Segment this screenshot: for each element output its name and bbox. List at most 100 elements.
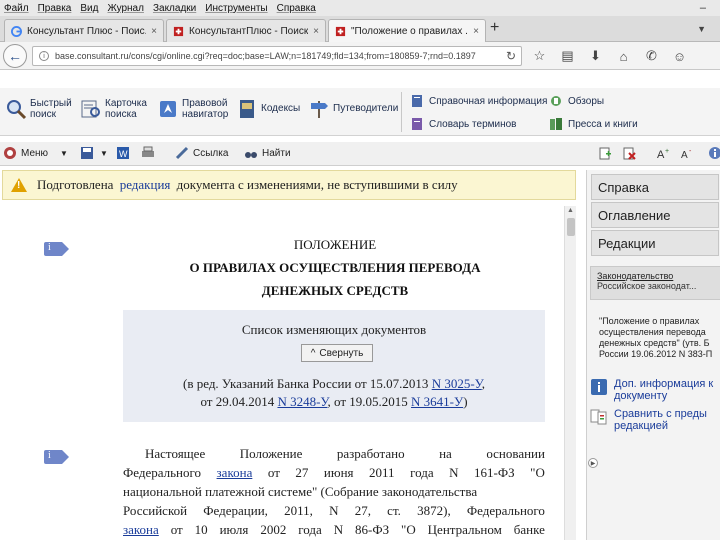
add-document-icon <box>599 147 611 160</box>
nav-icons: ☆ ▤ ⬇ ⌂ ✆ ☺ <box>530 47 698 65</box>
word: от <box>267 465 280 480</box>
change-link-3025[interactable]: N 3025-У <box>432 376 482 391</box>
reference-info-button[interactable]: Справочная информация <box>410 94 547 108</box>
reviews-icon <box>551 96 561 106</box>
expand-panel-icon[interactable]: ▶ <box>588 458 598 468</box>
word: Настоящее <box>145 446 206 461</box>
menu-tools[interactable]: Инструменты <box>205 3 267 14</box>
word: Центральном <box>427 522 502 537</box>
toolbar-separator <box>401 92 402 132</box>
bookmark-star-icon[interactable]: ☆ <box>530 47 549 65</box>
collapse-button[interactable]: ^ Свернуть <box>301 344 373 362</box>
menu-view[interactable]: Вид <box>80 3 98 14</box>
phone-icon[interactable]: ✆ <box>642 47 661 65</box>
law-link[interactable]: закона <box>217 463 253 482</box>
word: 86-ФЗ <box>355 522 390 537</box>
compare-link[interactable]: Сравнить с преды редакцией <box>590 408 720 432</box>
changes-line-2: от 29.04.2014 N 3248-У, от 19.05.2015 N … <box>123 394 545 410</box>
download-icon[interactable]: ⬇ <box>586 47 605 65</box>
codes-book-icon <box>240 100 254 118</box>
legal-navigator-button[interactable]: Правовой навигатор <box>157 98 242 120</box>
menu-button[interactable]: Меню ▼ <box>3 146 68 160</box>
consultant-icon <box>173 26 184 36</box>
para-line-2: Федерального закона от 27 июня 2011 года… <box>123 463 545 482</box>
tab-strip: Консультант Плюс - Поис... × Консультант… <box>0 16 720 42</box>
notice-edition-link[interactable]: редакция <box>120 177 171 192</box>
tab-document[interactable]: "Положение о правилах ... × <box>328 19 486 42</box>
close-icon[interactable]: × <box>473 26 479 37</box>
collapse-label: Свернуть <box>319 347 364 359</box>
svg-text:-: - <box>689 148 692 155</box>
tab-google[interactable]: Консультант Плюс - Поис... × <box>4 19 164 42</box>
tab-contents[interactable]: Оглавление <box>591 202 719 228</box>
card-search-button[interactable]: Карточка поиска <box>80 98 165 120</box>
law-link[interactable]: закона <box>123 520 159 539</box>
reviews-button[interactable]: Обзоры <box>549 94 604 108</box>
reference-info-label: Справочная информация <box>429 95 548 107</box>
word: "О <box>530 465 545 480</box>
save-button[interactable]: ▼ <box>80 146 108 160</box>
close-icon[interactable]: × <box>313 26 319 37</box>
back-button[interactable]: ← <box>3 44 27 68</box>
word: 2011 <box>369 465 395 480</box>
menu-file[interactable]: Файл <box>4 3 29 14</box>
change-link-3248[interactable]: N 3248-У <box>277 394 327 409</box>
document-scrollbar[interactable]: ▲ <box>564 206 576 540</box>
tab-list-button[interactable]: ▼ <box>697 24 706 34</box>
word: 27, <box>354 503 371 518</box>
remove-button[interactable] <box>622 146 640 160</box>
word: N <box>329 503 339 518</box>
site-info-icon[interactable]: i <box>39 51 49 61</box>
chevron-down-icon[interactable]: ▼ <box>60 149 68 158</box>
reading-list-icon[interactable]: ▤ <box>558 47 577 65</box>
smiley-icon[interactable]: ☺ <box>670 47 689 65</box>
url-bar[interactable]: i base.consultant.ru/cons/cgi/online.cgi… <box>32 46 522 66</box>
menu-edit[interactable]: Правка <box>38 3 72 14</box>
save-disk-icon <box>81 147 93 159</box>
close-icon[interactable]: × <box>151 26 157 37</box>
signpost-icon <box>311 101 328 118</box>
tab-help[interactable]: Справка <box>591 174 719 200</box>
search-card-icon <box>81 100 100 118</box>
dictionary-button[interactable]: Словарь терминов <box>410 117 517 131</box>
legislation-box[interactable]: Законодательство Российское законодат... <box>590 266 720 300</box>
info-button[interactable] <box>708 146 720 160</box>
magnifier-icon <box>7 100 27 120</box>
home-icon[interactable]: ⌂ <box>614 47 633 65</box>
word: 10 <box>194 522 208 537</box>
chevron-down-icon[interactable]: ▼ <box>100 149 108 158</box>
tab-label: КонсультантПлюс - Поиск ай... <box>189 25 309 37</box>
quick-search-button[interactable]: Быстрый поиск <box>5 98 90 120</box>
more-info-link[interactable]: Доп. информация к документу <box>590 378 720 402</box>
url-text[interactable]: base.consultant.ru/cons/cgi/online.cgi?r… <box>55 51 501 61</box>
press-button[interactable]: Пресса и книги <box>549 117 638 131</box>
new-tab-button[interactable]: + <box>490 19 499 37</box>
font-increase-button[interactable]: A + <box>656 146 674 160</box>
changes-line-1: (в ред. Указаний Банка России от 15.07.2… <box>123 376 545 392</box>
svg-text:+: + <box>665 148 669 155</box>
tab-consultant-search[interactable]: КонсультантПлюс - Поиск ай... × <box>166 19 326 42</box>
menu-history[interactable]: Журнал <box>107 3 144 14</box>
doc-paragraph: Настоящее Положение разработано на основ… <box>123 444 545 539</box>
text-line: национальной платежной системе" (Собрани… <box>123 484 478 499</box>
print-button[interactable] <box>141 146 159 160</box>
guides-button[interactable]: Путеводители <box>308 98 403 120</box>
word: банке <box>513 522 545 537</box>
link-button[interactable]: Ссылка <box>175 146 228 160</box>
font-decrease-button[interactable]: A- <box>680 146 698 160</box>
menu-bookmarks[interactable]: Закладки <box>153 3 196 14</box>
navigation-bar: ← i base.consultant.ru/cons/cgi/online.c… <box>0 42 720 70</box>
paragraph-info-marker[interactable]: i <box>44 242 69 256</box>
add-bookmark-button[interactable] <box>598 146 616 160</box>
change-link-3641[interactable]: N 3641-У <box>411 394 463 409</box>
scrollbar-thumb[interactable] <box>567 218 575 236</box>
press-label: Пресса и книги <box>568 118 638 130</box>
reload-icon[interactable]: ↻ <box>506 49 516 63</box>
tab-editions[interactable]: Редакции <box>591 230 719 256</box>
scroll-up-icon[interactable]: ▲ <box>567 207 574 214</box>
menu-help[interactable]: Справка <box>277 3 316 14</box>
minimize-button[interactable]: – <box>700 2 706 14</box>
find-button[interactable]: Найти <box>244 146 291 160</box>
paragraph-info-marker[interactable]: i <box>44 450 69 464</box>
word-export-button[interactable]: W <box>116 146 134 160</box>
